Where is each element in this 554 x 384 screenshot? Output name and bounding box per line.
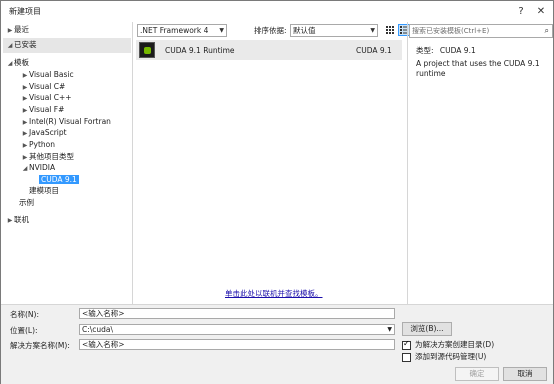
- collapse-arrow-icon[interactable]: ◢: [6, 40, 14, 52]
- template-type: 类型: CUDA 9.1: [416, 46, 476, 55]
- tree-item-installed[interactable]: ◢ 已安装: [6, 39, 37, 51]
- dropdown-arrow-icon: ▼: [219, 27, 224, 34]
- template-list: CUDA 9.1 Runtime CUDA 9.1 单击此处以联机并查找模板。: [135, 38, 405, 304]
- ok-button[interactable]: 确定: [455, 367, 499, 381]
- tree-item-python[interactable]: ▶ Python: [21, 139, 55, 151]
- template-toolbar: .NET Framework 4 ▼ 排序依据: 默认值 ▼: [135, 22, 410, 38]
- dropdown-arrow-icon[interactable]: ▼: [387, 325, 392, 334]
- tree-item-javascript[interactable]: ▶ JavaScript: [21, 127, 67, 139]
- source-control-checkbox[interactable]: [402, 352, 411, 362]
- expand-arrow-icon[interactable]: ▶: [6, 25, 14, 37]
- title-bar: 新建项目 ? ✕: [1, 1, 553, 23]
- new-project-dialog: 新建项目 ? ✕ ▶ 最近 ◢ 已安装 ◢ 模板 ▶ Visual Basic ▶ Vis…: [0, 0, 554, 384]
- help-button[interactable]: ?: [513, 4, 529, 20]
- tree-item-templates[interactable]: ◢ 模板: [6, 57, 29, 69]
- cancel-button[interactable]: 取消: [503, 367, 547, 381]
- nvidia-cuda-icon: [139, 42, 155, 58]
- tree-item-visual-fsharp[interactable]: ▶ Visual F#: [21, 104, 65, 116]
- grid-view-icon: [386, 26, 394, 34]
- template-item-cuda-runtime[interactable]: CUDA 9.1 Runtime CUDA 9.1: [136, 40, 402, 60]
- grid-view-button[interactable]: [384, 24, 396, 36]
- collapse-arrow-icon[interactable]: ◢: [21, 163, 29, 175]
- tree-item-recent[interactable]: ▶ 最近: [6, 24, 29, 36]
- sort-label: 排序依据:: [254, 26, 287, 35]
- solution-name-label: 解决方案名称(M):: [10, 341, 70, 350]
- tree-item-online[interactable]: ▶ 联机: [6, 214, 29, 226]
- location-field[interactable]: C:\cuda\ ▼: [79, 324, 395, 335]
- create-directory-option[interactable]: 为解决方案创建目录(D): [402, 339, 494, 350]
- tree-item-samples[interactable]: 示例: [19, 197, 34, 209]
- tree-item-build-projects[interactable]: 建模项目: [29, 185, 59, 197]
- dropdown-arrow-icon: ▼: [370, 27, 375, 34]
- framework-select[interactable]: .NET Framework 4 ▼: [137, 24, 227, 37]
- name-field[interactable]: <输入名称>: [79, 308, 395, 319]
- dialog-title: 新建项目: [9, 7, 41, 16]
- expand-arrow-icon[interactable]: ▶: [6, 215, 14, 227]
- tree-item-visual-cpp[interactable]: ▶ Visual C++: [21, 92, 72, 104]
- collapse-arrow-icon[interactable]: ◢: [6, 58, 14, 70]
- category-tree: ▶ 最近 ◢ 已安装 ◢ 模板 ▶ Visual Basic ▶ Visual C# ▶ V…: [3, 22, 133, 304]
- template-description: A project that uses the CUDA 9.1 runtime: [416, 59, 540, 78]
- project-form: 名称(N): <输入名称> 位置(L): C:\cuda\ ▼ 浏览(B)...…: [1, 304, 553, 384]
- name-label: 名称(N):: [10, 310, 39, 319]
- tree-item-nvidia[interactable]: ◢ NVIDIA: [21, 162, 55, 174]
- search-icon[interactable]: ⌕: [545, 25, 549, 37]
- browse-button[interactable]: 浏览(B)...: [402, 322, 452, 336]
- close-button[interactable]: ✕: [533, 4, 549, 20]
- tree-item-visual-basic[interactable]: ▶ Visual Basic: [21, 69, 74, 81]
- sort-select[interactable]: 默认值 ▼: [290, 24, 378, 37]
- source-control-option[interactable]: 添加到源代码管理(U): [402, 351, 486, 362]
- search-input[interactable]: 搜索已安装模板(Ctrl+E) ⌕: [409, 24, 553, 38]
- template-details-pane: 搜索已安装模板(Ctrl+E) ⌕ 类型: CUDA 9.1 A project…: [407, 22, 553, 304]
- solution-name-field[interactable]: <输入名称>: [79, 339, 395, 350]
- online-templates-link[interactable]: 单击此处以联机并查找模板。: [225, 288, 323, 299]
- location-label: 位置(L):: [10, 326, 38, 335]
- create-directory-checkbox[interactable]: [402, 339, 411, 350]
